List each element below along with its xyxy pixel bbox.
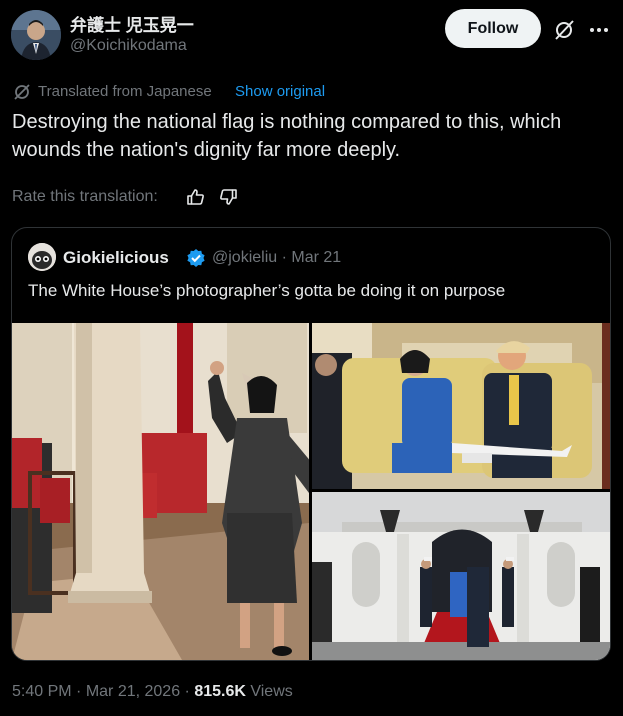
meta-separator: · — [277, 249, 292, 266]
follow-button[interactable]: Follow — [445, 9, 541, 48]
author-handle[interactable]: @Koichikodama — [70, 37, 187, 55]
post-footer: 5:40 PM · Mar 21, 2026 · 815.6K Views — [12, 683, 293, 701]
photo-white-house-entrance[interactable] — [312, 492, 610, 660]
translation-label: Translated from Japanese — [38, 83, 212, 100]
post-text: Destroying the national flag is nothing … — [12, 111, 562, 161]
more-icon[interactable] — [589, 18, 609, 42]
quoted-post[interactable]: Giokielicious @jokieliu · Mar 21 The Whi… — [11, 227, 611, 661]
thumbs-down-icon[interactable] — [218, 187, 238, 207]
views-count: 815.6K — [194, 683, 246, 700]
grok-icon[interactable] — [552, 18, 576, 42]
author-avatar[interactable] — [11, 10, 61, 60]
photo-cheering-woman[interactable] — [12, 323, 309, 660]
post-time[interactable]: 5:40 PM — [12, 683, 72, 700]
translate-icon — [12, 82, 32, 102]
thumbs-up-icon[interactable] — [186, 187, 206, 207]
quote-date[interactable]: Mar 21 — [291, 249, 341, 266]
quote-author-name[interactable]: Giokielicious — [63, 248, 169, 268]
rate-translation-label: Rate this translation: — [12, 188, 158, 205]
post-date[interactable]: Mar 21, 2026 — [86, 683, 180, 700]
author-name[interactable]: 弁護士 児玉晃一 — [70, 11, 194, 36]
quote-text: The White House’s photographer’s gotta b… — [28, 281, 506, 300]
quote-author-handle[interactable]: @jokieliu — [212, 249, 277, 266]
views-label: Views — [250, 683, 293, 700]
quote-avatar[interactable] — [28, 243, 56, 271]
footer-separator: · — [180, 683, 195, 700]
footer-separator: · — [71, 683, 86, 700]
show-original-link[interactable]: Show original — [235, 83, 325, 100]
photo-seated-meeting[interactable] — [312, 323, 610, 489]
quote-meta: @jokieliu · Mar 21 — [212, 249, 341, 267]
verified-badge-icon — [186, 248, 206, 268]
